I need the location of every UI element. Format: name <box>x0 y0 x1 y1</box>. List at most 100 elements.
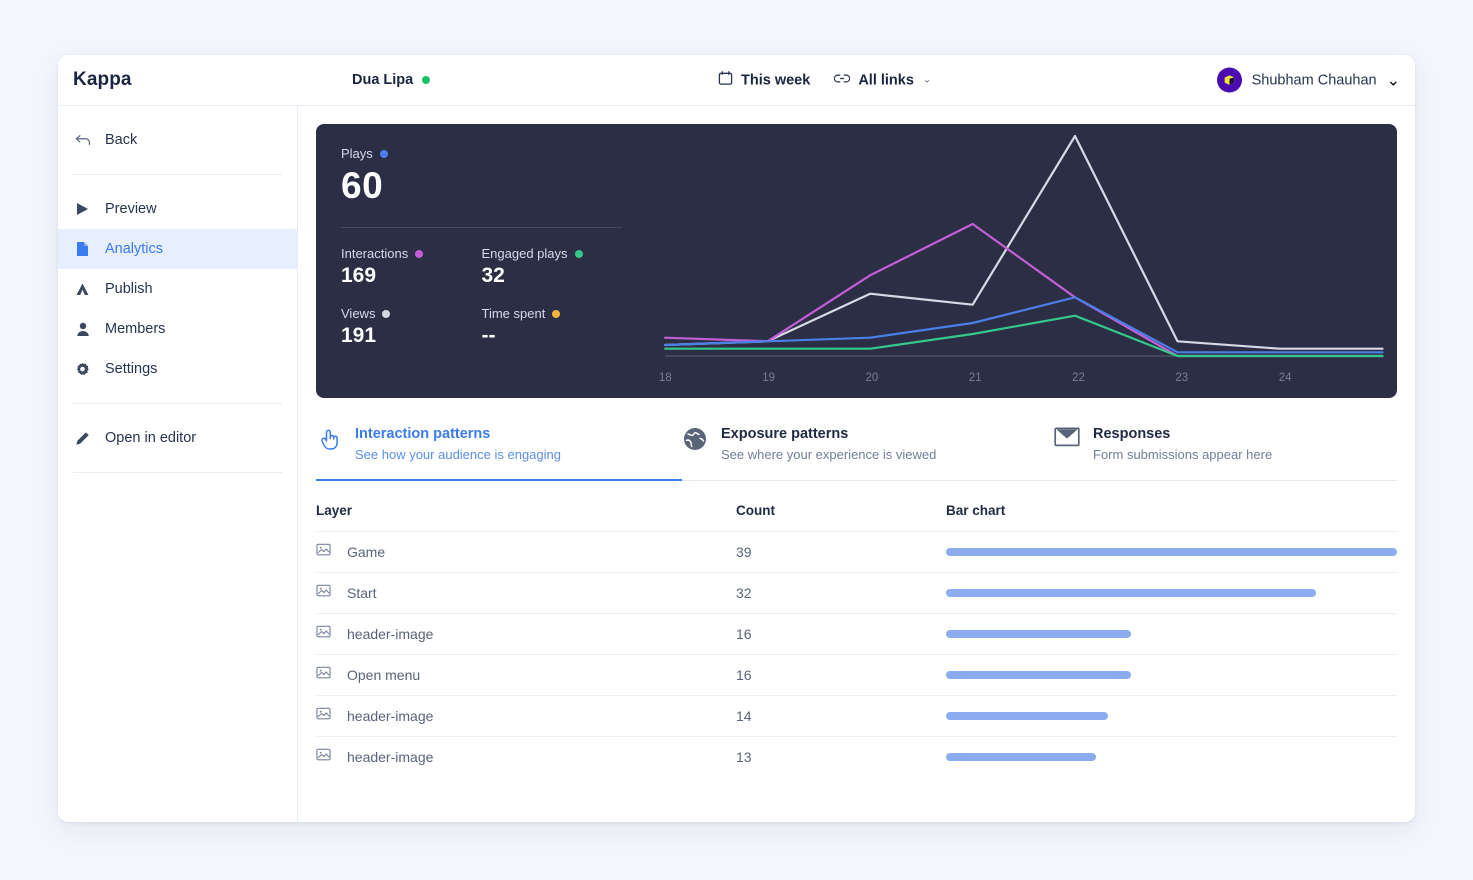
date-range-filter[interactable]: This week <box>718 71 810 90</box>
bar-fill <box>946 548 1397 556</box>
tab-subtitle: See how your audience is engaging <box>355 447 561 462</box>
cell-bar <box>946 548 1397 556</box>
cell-bar <box>946 671 1397 679</box>
publish-up-icon <box>74 282 91 297</box>
column-header-layer: Layer <box>316 503 353 518</box>
main-content: Plays 60 Interactions 169 Engaged plays … <box>298 106 1415 822</box>
layers-table: Layer Count Bar chart Game 39 Start 32 h… <box>316 503 1397 777</box>
stat-engaged-label-row: Engaged plays <box>482 246 623 261</box>
cell-layer: Game <box>316 542 736 562</box>
sidebar-item-label: Preview <box>105 201 157 217</box>
sidebar-item-settings[interactable]: Settings <box>58 349 297 389</box>
tab-title: Exposure patterns <box>721 426 849 442</box>
stat-time-spent: Time spent -- <box>482 306 623 348</box>
sidebar-item-open-in-editor[interactable]: Open in editor <box>58 418 297 458</box>
date-range-label: This week <box>741 72 811 88</box>
tab-exposure-patterns[interactable]: Exposure patterns See where your experie… <box>682 425 1054 480</box>
sidebar-item-back[interactable]: Back <box>58 120 297 160</box>
sidebar-item-members[interactable]: Members <box>58 309 297 349</box>
sidebar-item-analytics[interactable]: Analytics <box>58 229 297 269</box>
analytics-tabs: Interaction patterns See how your audien… <box>316 425 1397 481</box>
person-icon <box>74 322 91 337</box>
cell-layer: header-image <box>316 706 736 726</box>
layer-name: Open menu <box>347 667 421 683</box>
cell-layer: header-image <box>316 747 736 767</box>
table-row[interactable]: header-image 16 <box>316 613 1397 654</box>
stat-engaged-plays-value: 32 <box>481 264 505 287</box>
cell-bar <box>946 753 1397 761</box>
filter-group: This week All links ⌄ <box>718 71 931 90</box>
stat-interactions-label-row: Interactions <box>341 246 482 261</box>
table-row[interactable]: Start 32 <box>316 572 1397 613</box>
image-icon <box>316 624 331 644</box>
chart-svg <box>646 124 1391 398</box>
column-header-count: Count <box>736 503 775 518</box>
bar-fill <box>946 589 1317 597</box>
bar-fill <box>946 671 1132 679</box>
layer-name: Game <box>347 544 386 560</box>
sidebar-item-label: Members <box>105 321 166 337</box>
layer-name: header-image <box>347 708 434 724</box>
cell-bar <box>946 589 1397 597</box>
document-icon <box>74 241 91 257</box>
x-axis-tick: 19 <box>762 372 776 384</box>
sidebar-item-label: Settings <box>105 361 158 377</box>
stat-label: Time spent <box>481 306 546 321</box>
bar-fill <box>946 630 1132 638</box>
stats-panel: Plays 60 Interactions 169 Engaged plays … <box>316 124 646 398</box>
x-axis-tick: 18 <box>658 372 672 384</box>
cell-layer: Start <box>316 583 736 603</box>
table-row[interactable]: Open menu 16 <box>316 654 1397 695</box>
tab-responses[interactable]: Responses Form submissions appear here <box>1054 425 1272 480</box>
cell-bar <box>946 630 1397 638</box>
sidebar-divider-top <box>73 174 282 175</box>
table-row[interactable]: header-image 13 <box>316 736 1397 777</box>
legend-dot-plays <box>379 149 388 158</box>
legend-dot-views <box>382 309 391 318</box>
sidebar-item-preview[interactable]: Preview <box>58 189 297 229</box>
project-selector[interactable]: Dua Lipa <box>352 72 431 88</box>
x-axis-tick: 21 <box>968 372 982 384</box>
tab-subtitle: Form submissions appear here <box>1093 447 1273 462</box>
gear-icon <box>74 362 91 377</box>
link-icon <box>834 72 851 88</box>
stats-divider <box>341 227 622 228</box>
stat-views: Views 191 <box>341 306 482 348</box>
table-header-row: Layer Count Bar chart <box>316 503 1397 531</box>
x-axis-tick: 24 <box>1278 372 1292 384</box>
stat-interactions-value: 169 <box>341 264 377 287</box>
image-icon <box>316 665 331 685</box>
back-arrow-icon <box>74 133 91 147</box>
links-filter[interactable]: All links ⌄ <box>834 72 931 88</box>
sidebar-item-label: Analytics <box>105 241 164 257</box>
app-body: Back Preview Analytics Publish Members S… <box>58 106 1415 822</box>
bar-fill <box>946 753 1097 761</box>
stat-views-label-row: Views <box>341 306 482 321</box>
table-row[interactable]: Game 39 <box>316 531 1397 572</box>
timeseries-chart: 18 19 20 21 22 23 24 <box>646 124 1397 398</box>
pointing-hand-icon <box>316 426 342 457</box>
user-name: Shubham Chauhan <box>1251 72 1377 88</box>
sidebar-item-publish[interactable]: Publish <box>58 269 297 309</box>
x-axis-tick: 20 <box>865 372 879 384</box>
sidebar-item-label: Open in editor <box>105 430 197 446</box>
stat-plays: Plays 60 <box>341 146 622 207</box>
sidebar-divider-end <box>73 472 282 473</box>
content-fade <box>298 816 1415 822</box>
app-logo[interactable]: Kappa <box>73 69 132 91</box>
column-header-bar-chart: Bar chart <box>946 503 1006 518</box>
table-row[interactable]: header-image 14 <box>316 695 1397 736</box>
cell-count: 14 <box>736 708 752 724</box>
envelope-icon <box>1054 426 1080 453</box>
user-menu[interactable]: Shubham Chauhan ⌄ <box>1216 67 1400 93</box>
layer-name: Start <box>347 585 377 601</box>
cell-layer: header-image <box>316 624 736 644</box>
tab-interaction-patterns[interactable]: Interaction patterns See how your audien… <box>316 425 682 481</box>
stats-grid: Interactions 169 Engaged plays 32 Views … <box>341 246 622 348</box>
stat-engaged-plays: Engaged plays 32 <box>482 246 623 288</box>
sidebar-divider-bottom <box>73 403 282 404</box>
avatar <box>1216 67 1242 93</box>
chevron-down-icon: ⌄ <box>1386 72 1400 89</box>
stat-time-spent-value: -- <box>481 324 496 347</box>
sidebar: Back Preview Analytics Publish Members S… <box>58 106 298 822</box>
